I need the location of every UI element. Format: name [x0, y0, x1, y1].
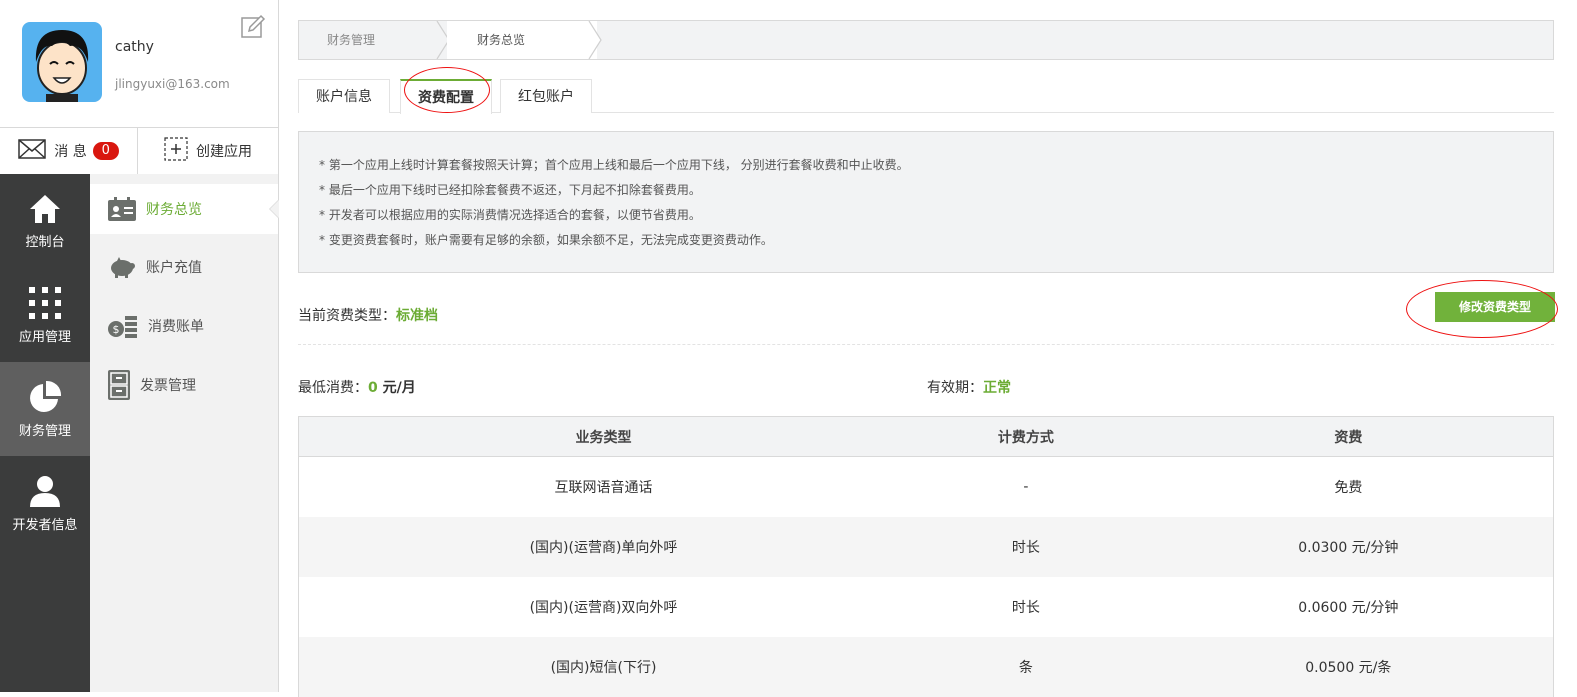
svg-text:$: $: [113, 323, 120, 336]
subnav-item-label: 财务总览: [146, 202, 202, 218]
notice-box: * 第一个应用上线时计算套餐按照天计算；首个应用上线和最后一个应用下线， 分别进…: [298, 131, 1554, 273]
user-icon: [30, 475, 60, 507]
subnav-item-invoices[interactable]: 发票管理: [90, 360, 278, 410]
validity-label: 有效期：: [927, 380, 983, 396]
subnav-item-label: 发票管理: [140, 378, 196, 394]
messages-count-badge: 0: [92, 142, 119, 160]
table-cell: 0.0300 元/分钟: [1298, 540, 1399, 556]
current-fee-type-value: 标准档: [396, 308, 438, 324]
table-header-row: 业务类型 计费方式 资费: [299, 417, 1553, 457]
table-cell: 条: [1018, 660, 1033, 676]
current-fee-type: 当前资费类型：标准档: [298, 305, 438, 325]
table-cell: 互联网语音通话: [554, 480, 653, 496]
id-card-icon: [108, 197, 136, 221]
nav-item-label: 应用管理: [18, 329, 71, 345]
table-cell: (国内)(运营商)单向外呼: [529, 540, 678, 556]
minimum-fee-label: 最低消费：: [298, 380, 368, 396]
breadcrumb-item-overview: 财务总览: [447, 21, 597, 59]
file-cabinet-icon: [108, 370, 130, 400]
table-row: (国内)(运营商)单向外呼 时长 0.0300 元/分钟: [299, 517, 1553, 577]
table-cell: -: [1023, 479, 1029, 495]
create-app-button[interactable]: 创建应用: [138, 128, 278, 174]
subnav-item-label: 消费账单: [148, 319, 204, 335]
messages-button[interactable]: 消 息 0: [0, 128, 138, 174]
current-fee-type-label: 当前资费类型：: [298, 308, 396, 324]
nav-item-app-management[interactable]: 应用管理: [0, 268, 90, 362]
nav-item-label: 财务管理: [18, 423, 71, 439]
edit-profile-icon[interactable]: [240, 14, 266, 40]
validity-period: 有效期：正常: [927, 377, 1011, 397]
add-square-icon: [164, 137, 188, 165]
envelope-icon: [18, 139, 47, 163]
column-header-business-type: 业务类型: [575, 429, 632, 446]
user-name: cathy: [115, 39, 154, 55]
notice-line: * 最后一个应用下线时已经扣除套餐费不返还，下月起不扣除套餐费用。: [319, 183, 701, 197]
nav-item-console[interactable]: 控制台: [0, 174, 90, 268]
tab-bar: 账户信息 资费配置 红包账户: [298, 79, 1554, 114]
subnav-item-label: 账户充值: [146, 260, 202, 276]
quick-actions-bar: 消 息 0 创建应用: [0, 127, 279, 174]
nav-item-finance[interactable]: 财务管理: [0, 362, 90, 456]
nav-item-developer-info[interactable]: 开发者信息: [0, 456, 90, 550]
subnav-item-bills[interactable]: $ 消费账单: [90, 301, 278, 351]
main-nav: 控制台 应用管理 财务管理 开发者信息: [0, 174, 90, 692]
coins-icon: $: [108, 316, 137, 338]
divider: [298, 344, 1554, 345]
sub-nav: 财务总览 账户充值 $ 消费账单 发票管理: [90, 174, 279, 692]
chevron-right-icon: [587, 21, 602, 59]
table-cell: 时长: [1011, 540, 1040, 556]
messages-label: 消 息: [54, 144, 87, 160]
tab-account-info[interactable]: 账户信息: [298, 79, 390, 113]
create-app-label: 创建应用: [196, 144, 252, 160]
table-cell: 时长: [1011, 600, 1040, 616]
column-header-billing-method: 计费方式: [997, 429, 1054, 446]
table-cell: 0.0500 元/条: [1305, 660, 1392, 676]
notice-line: * 开发者可以根据应用的实际消费情况选择适合的套餐，以便节省费用。: [319, 208, 701, 222]
minimum-fee-unit: 元/月: [377, 380, 416, 396]
table-row: (国内)(运营商)双向外呼 时长 0.0600 元/分钟: [299, 577, 1553, 637]
avatar[interactable]: [22, 22, 102, 102]
breadcrumb-item-finance[interactable]: 财务管理: [327, 21, 375, 59]
column-header-fee: 资费: [1334, 429, 1363, 446]
minimum-fee: 最低消费：0 元/月: [298, 377, 416, 397]
breadcrumb: 财务管理 财务总览: [298, 20, 1554, 60]
table-row: (国内)短信(下行) 条 0.0500 元/条: [299, 637, 1553, 697]
tab-red-packet-account[interactable]: 红包账户: [500, 79, 592, 113]
active-indicator: [269, 199, 279, 219]
subnav-item-finance-overview[interactable]: 财务总览: [90, 184, 279, 234]
home-icon: [30, 194, 60, 223]
pie-chart-icon: [30, 380, 62, 412]
table-row: 互联网语音通话 - 免费: [299, 457, 1553, 517]
table-cell: 免费: [1334, 480, 1363, 496]
subnav-item-recharge[interactable]: 账户充值: [90, 242, 278, 292]
fee-table: 业务类型 计费方式 资费 互联网语音通话 - 免费 (国内)(运营商)单向外呼 …: [298, 416, 1554, 697]
nav-item-label: 开发者信息: [12, 517, 78, 533]
profile-card: cathy jlingyuxi@163.com: [0, 0, 279, 127]
table-cell: (国内)短信(下行): [550, 660, 657, 676]
tab-fee-config[interactable]: 资费配置: [400, 79, 492, 114]
validity-value: 正常: [983, 380, 1011, 396]
notice-line: * 变更资费套餐时，账户需要有足够的余额，如果余额不足，无法完成变更资费动作。: [319, 233, 773, 247]
piggy-bank-icon: [111, 257, 135, 278]
user-email: jlingyuxi@163.com: [115, 77, 230, 91]
table-cell: 0.0600 元/分钟: [1298, 600, 1399, 616]
notice-line: * 第一个应用上线时计算套餐按照天计算；首个应用上线和最后一个应用下线， 分别进…: [319, 158, 909, 172]
modify-fee-type-button[interactable]: 修改资费类型: [1435, 292, 1555, 322]
nav-item-label: 控制台: [25, 234, 65, 250]
grid-icon: [29, 286, 61, 319]
minimum-fee-value: 0: [368, 380, 378, 396]
table-cell: (国内)(运营商)双向外呼: [529, 600, 678, 616]
